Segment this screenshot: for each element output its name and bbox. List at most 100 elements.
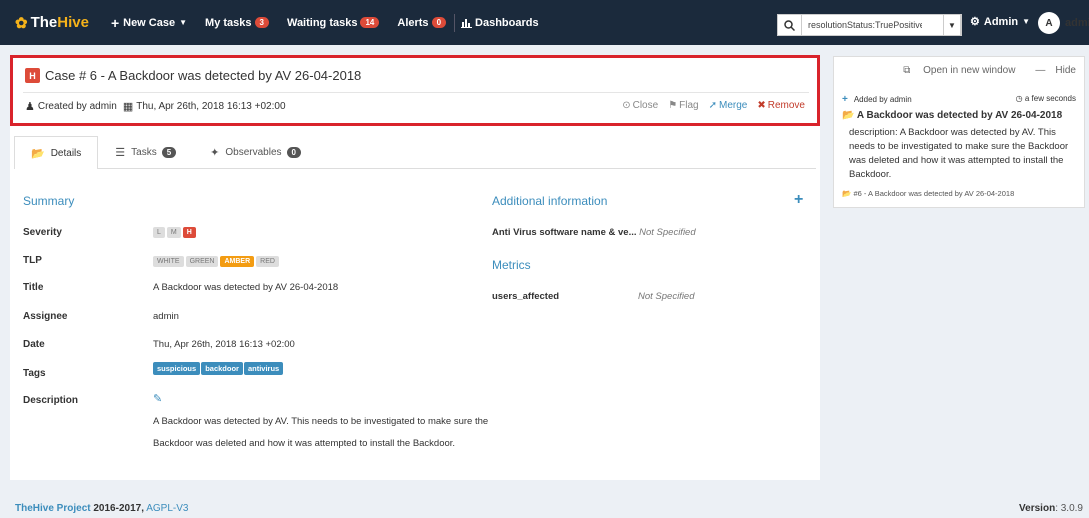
- caret-down-icon: ▼: [179, 18, 188, 27]
- search-box: [777, 14, 962, 36]
- users-affected-cell: Not Specified: [638, 291, 695, 302]
- pencil-icon[interactable]: ✎: [153, 392, 162, 405]
- remove-case-button[interactable]: ✖ Remove: [757, 100, 805, 111]
- new-case-menu[interactable]: + New Case ▼: [111, 15, 187, 31]
- my-tasks-link[interactable]: My tasks 3: [205, 17, 269, 29]
- tags-label: Tags: [23, 368, 46, 379]
- stream-case-title-text: A Backdoor was detected by AV 26-04-2018: [856, 110, 1063, 121]
- close-case-button[interactable]: ⊙ Close: [622, 100, 658, 111]
- brand-logo[interactable]: ✿ The Hive: [15, 14, 89, 32]
- tlp-option-white[interactable]: WHITE: [153, 256, 184, 267]
- waiting-tasks-link[interactable]: Waiting tasks 14: [286, 16, 380, 29]
- av-software-value[interactable]: Not Specified: [639, 227, 696, 238]
- brand-the: The: [30, 14, 58, 31]
- user-name: admin: [1065, 17, 1089, 29]
- search-dropdown-caret-icon[interactable]: ▼: [943, 14, 961, 36]
- caret-down-icon: ▼: [1022, 17, 1031, 26]
- version-label: Version: [1019, 503, 1056, 514]
- merge-case-button[interactable]: ➚ Merge: [709, 100, 748, 111]
- case-header: H Case # 6 - A Backdoor was detected by …: [10, 55, 820, 126]
- gear-icon: ⚙: [970, 16, 980, 28]
- additional-info-title: Additional information: [492, 194, 608, 208]
- dashboards-label: Dashboards: [475, 16, 539, 29]
- metrics-title: Metrics: [492, 258, 531, 272]
- footer-copyright: TheHive Project 2016-2017, AGPL-V3: [15, 503, 188, 514]
- case-title: Case # 6 - A Backdoor was detected by AV…: [45, 68, 362, 83]
- plus-icon: +: [110, 14, 120, 31]
- waiting-tasks-badge: 14: [360, 17, 380, 28]
- tab-details[interactable]: 📂 Details: [14, 136, 99, 169]
- license-link[interactable]: AGPL-V3: [146, 503, 188, 514]
- check-circle-icon: ⊙: [622, 100, 631, 111]
- tlp-option-red[interactable]: RED: [256, 256, 279, 267]
- folder-open-icon: 📂: [842, 110, 855, 121]
- folder-open-icon: 📂: [31, 147, 45, 160]
- tag-suspicious: suspicious: [153, 362, 201, 375]
- alerts-label: Alerts: [397, 16, 429, 29]
- search-icon[interactable]: [778, 15, 802, 35]
- pin-icon: ✦: [210, 147, 220, 159]
- bar-chart-icon: [461, 18, 473, 28]
- severity-option-low[interactable]: L: [153, 227, 165, 238]
- added-by-label: Added by admin: [853, 95, 912, 104]
- search-input[interactable]: [802, 20, 922, 30]
- brand-hive: Hive: [57, 14, 89, 31]
- side-panel-actions: ⧉ Open in new window — Hide: [883, 65, 1076, 76]
- description-value: A Backdoor was detected by AV. This need…: [153, 416, 489, 449]
- user-menu[interactable]: A admin: [1038, 12, 1089, 34]
- assignee-label: Assignee: [23, 311, 68, 322]
- hive-logo-icon: ✿: [15, 14, 28, 32]
- tlp-selector: WHITE GREEN AMBER RED: [153, 255, 281, 267]
- created-at: Thu, Apr 26th, 2018 16:13 +02:00: [136, 101, 286, 112]
- close-label: Close: [632, 100, 659, 111]
- footer-version: Version: 3.0.9: [1019, 503, 1083, 514]
- tag-backdoor: backdoor: [201, 362, 243, 375]
- title-value[interactable]: A Backdoor was detected by AV 26-04-2018: [153, 282, 338, 293]
- observables-count-badge: 0: [286, 147, 301, 158]
- admin-menu[interactable]: ⚙ Admin ▼: [970, 15, 1031, 29]
- time-ago: ◷ a few seconds: [1016, 94, 1076, 103]
- severity-selector: LMH: [153, 226, 198, 238]
- folder-icon: 📂: [842, 189, 852, 198]
- time-ago-label: a few seconds: [1024, 94, 1076, 103]
- new-case-label: New Case: [123, 16, 176, 29]
- add-custom-field-plus-icon[interactable]: +: [794, 191, 803, 209]
- severity-option-high[interactable]: H: [182, 227, 196, 238]
- tab-observables-label: Observables: [225, 147, 282, 158]
- case-tabs: 📂 Details ☰ Tasks 5 ✦ Observables 0: [14, 133, 816, 169]
- project-link[interactable]: TheHive Project: [15, 503, 91, 514]
- tags-list[interactable]: suspicious backdoor antivirus: [153, 362, 284, 375]
- waiting-tasks-label: Waiting tasks: [286, 16, 358, 29]
- severity-label: Severity: [23, 227, 62, 238]
- version-value: : 3.0.9: [1055, 503, 1083, 514]
- stream-case-title[interactable]: 📂 A Backdoor was detected by AV 26-04-20…: [842, 110, 1062, 121]
- date-label: Date: [23, 339, 45, 350]
- date-value[interactable]: Thu, Apr 26th, 2018 16:13 +02:00: [153, 339, 295, 350]
- severity-option-medium[interactable]: M: [166, 227, 181, 238]
- remove-icon: ✖: [757, 100, 766, 111]
- stream-case-link[interactable]: 📂 #6 - A Backdoor was detected by AV 26-…: [842, 189, 1014, 198]
- av-software-label: Anti Virus software name & ve...: [492, 227, 637, 238]
- created-by: Created by admin: [37, 101, 117, 112]
- assignee-value[interactable]: admin: [153, 311, 179, 322]
- tag-antivirus: antivirus: [243, 362, 284, 375]
- open-new-window-link[interactable]: ⧉ Open in new window: [893, 65, 1015, 76]
- hide-label: Hide: [1055, 65, 1076, 76]
- dashboards-link[interactable]: Dashboards: [461, 17, 539, 29]
- case-actions: ⊙ Close ⚑ Flag ➚ Merge ✖ Remove: [612, 100, 805, 111]
- summary-title: Summary: [23, 194, 75, 208]
- tab-details-label: Details: [50, 147, 82, 159]
- tab-observables[interactable]: ✦ Observables 0: [193, 136, 318, 168]
- my-tasks-badge: 3: [254, 17, 269, 28]
- av-software-row: Anti Virus software name & ve... Not Spe…: [492, 227, 696, 238]
- alerts-link[interactable]: Alerts 0: [397, 16, 447, 29]
- tlp-label: TLP: [23, 255, 42, 266]
- hide-link[interactable]: — Hide: [1025, 65, 1076, 76]
- flag-case-button[interactable]: ⚑ Flag: [668, 100, 698, 111]
- clock-icon: ◷: [1015, 94, 1023, 103]
- tlp-option-green[interactable]: GREEN: [185, 256, 219, 267]
- tab-tasks[interactable]: ☰ Tasks 5: [98, 136, 193, 168]
- users-affected-value[interactable]: Not Specified: [638, 291, 695, 302]
- flag-label: Flag: [679, 100, 699, 111]
- tlp-option-amber[interactable]: AMBER: [220, 256, 255, 267]
